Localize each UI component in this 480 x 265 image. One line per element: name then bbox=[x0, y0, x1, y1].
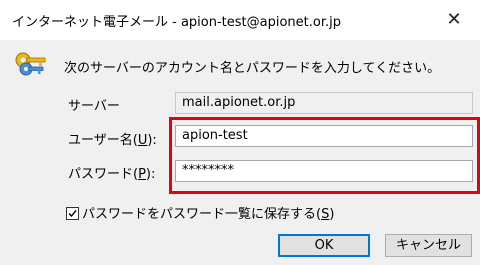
prompt-text: 次のサーバーのアカウント名とパスワードを入力してください。 bbox=[64, 61, 441, 76]
username-label: ユーザー名(U): bbox=[68, 133, 157, 148]
keys-icon bbox=[14, 50, 48, 80]
credentials-dialog: インターネット電子メール - apion-test@apionet.or.jp … bbox=[0, 0, 480, 265]
password-label: パスワード(P): bbox=[68, 167, 156, 182]
ok-button[interactable]: OK bbox=[278, 234, 370, 257]
title-bar: インターネット電子メール - apion-test@apionet.or.jp … bbox=[0, 0, 480, 40]
save-password-option[interactable]: パスワードをパスワード一覧に保存する(S) bbox=[66, 203, 334, 222]
save-password-label: パスワードをパスワード一覧に保存する(S) bbox=[82, 207, 335, 222]
window-title: インターネット電子メール - apion-test@apionet.or.jp bbox=[12, 15, 341, 30]
save-password-checkbox[interactable] bbox=[66, 207, 79, 220]
cancel-button[interactable]: キャンセル bbox=[385, 234, 472, 257]
highlight-box bbox=[169, 117, 480, 194]
close-icon[interactable]: ✕ bbox=[440, 6, 468, 34]
server-field: mail.apionet.or.jp bbox=[175, 92, 473, 114]
server-label: サーバー bbox=[68, 99, 120, 114]
